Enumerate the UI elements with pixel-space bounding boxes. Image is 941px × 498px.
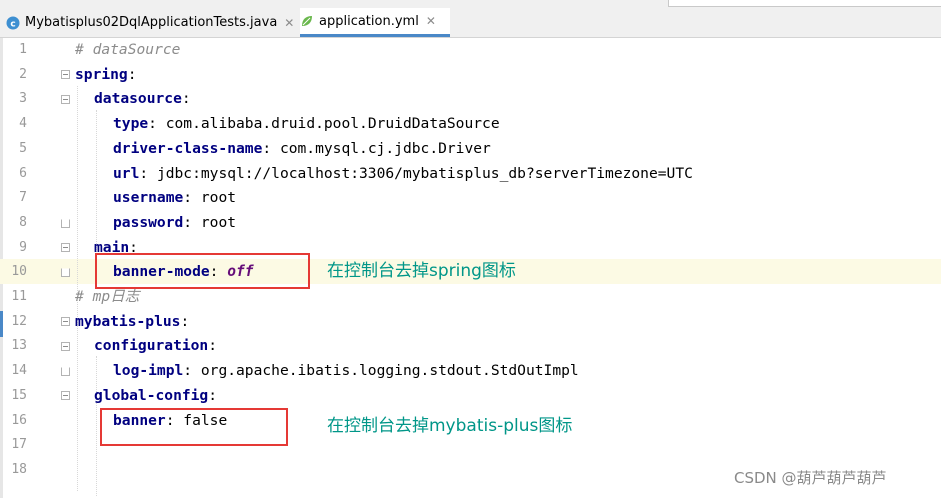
yaml-separator: :: [183, 362, 201, 380]
line-number: 14: [11, 363, 27, 379]
fold-icon[interactable]: [61, 243, 70, 252]
annotation-note-spring: 在控制台去掉spring图标: [327, 261, 516, 281]
line-number: 5: [19, 140, 27, 156]
line-number: 8: [19, 214, 27, 230]
line-number: 6: [19, 165, 27, 181]
annotation-box-mybatis: [100, 408, 288, 446]
code-line[interactable]: 8 password: root: [0, 211, 941, 236]
code-line[interactable]: 13 configuration:: [0, 334, 941, 359]
yaml-value: root: [200, 213, 237, 231]
close-icon[interactable]: ✕: [426, 14, 436, 28]
yaml-key: url: [113, 164, 140, 182]
java-class-icon: c: [6, 16, 20, 29]
annotation-box-spring: [95, 253, 310, 289]
yaml-separator: :: [183, 213, 201, 231]
fold-icon[interactable]: [61, 342, 70, 351]
code-line[interactable]: 5 driver-class-name: com.mysql.cj.jdbc.D…: [0, 137, 941, 162]
line-number: 9: [19, 239, 27, 255]
line-number: 4: [19, 116, 27, 132]
yaml-key: driver-class-name: [113, 139, 263, 157]
fold-icon[interactable]: [61, 317, 70, 326]
yaml-key: log-impl: [113, 362, 184, 380]
svg-text:c: c: [10, 19, 15, 29]
fold-end-icon[interactable]: [61, 219, 70, 228]
yaml-value: jdbc:mysql://localhost:3306/mybatisplus_…: [156, 164, 693, 182]
yaml-separator: :: [181, 90, 191, 108]
yaml-separator: :: [208, 386, 218, 404]
yaml-value: root: [200, 189, 237, 207]
yaml-key: global-config: [94, 386, 209, 404]
fold-end-icon[interactable]: [61, 268, 70, 277]
line-number: 11: [11, 289, 27, 304]
code-line[interactable]: 6 url: jdbc:mysql://localhost:3306/mybat…: [0, 162, 941, 187]
yaml-value: org.apache.ibatis.logging.stdout.StdOutI…: [200, 362, 579, 380]
code-line[interactable]: 7 username: root: [0, 186, 941, 211]
yaml-comment: # dataSource: [75, 41, 181, 58]
yaml-key: spring: [75, 65, 128, 83]
code-line[interactable]: 4 type: com.alibaba.druid.pool.DruidData…: [0, 112, 941, 137]
line-number: 10: [11, 264, 27, 280]
tab-mybatisplus-tests[interactable]: c Mybatisplus02DqlApplicationTests.java …: [6, 8, 298, 37]
fold-icon[interactable]: [61, 391, 70, 400]
csdn-watermark: CSDN @葫芦葫芦葫芦: [734, 469, 887, 487]
line-number: 15: [11, 387, 27, 403]
yaml-separator: :: [262, 139, 280, 157]
line-number: 7: [19, 190, 27, 206]
code-line[interactable]: 2 spring:: [0, 63, 941, 88]
editor-tab-bar: c Mybatisplus02DqlApplicationTests.java …: [0, 8, 941, 38]
yaml-separator: :: [180, 312, 190, 330]
line-number: 2: [19, 66, 27, 82]
code-line[interactable]: 14 log-impl: org.apache.ibatis.logging.s…: [0, 359, 941, 384]
code-line[interactable]: 12 mybatis-plus:: [0, 310, 941, 335]
line-number: 1: [19, 42, 27, 57]
line-number: 18: [11, 461, 27, 477]
window-top-strip: [0, 0, 941, 8]
line-number: 16: [11, 412, 27, 428]
yaml-key: datasource: [94, 90, 182, 108]
code-line[interactable]: 3 datasource:: [0, 87, 941, 112]
yaml-key: type: [113, 115, 149, 133]
yaml-value: com.alibaba.druid.pool.DruidDataSource: [165, 115, 500, 133]
fold-icon[interactable]: [61, 70, 70, 79]
tab-label: Mybatisplus02DqlApplicationTests.java: [25, 15, 278, 30]
yaml-key: configuration: [94, 337, 209, 355]
yaml-key: password: [113, 213, 184, 231]
yaml-separator: :: [148, 115, 166, 133]
annotation-note-mybatis: 在控制台去掉mybatis-plus图标: [327, 416, 573, 436]
fold-icon[interactable]: [61, 95, 70, 104]
close-icon[interactable]: ✕: [284, 16, 294, 30]
yaml-separator: :: [208, 337, 218, 355]
tab-application-yml[interactable]: application.yml ✕: [300, 8, 450, 37]
yaml-key: username: [113, 189, 184, 207]
line-number: 13: [11, 338, 27, 354]
line-number: 12: [11, 313, 27, 329]
line-number: 17: [11, 437, 27, 453]
code-line[interactable]: 1 # dataSource: [0, 38, 941, 63]
fold-end-icon[interactable]: [61, 367, 70, 376]
yaml-separator: :: [139, 164, 157, 182]
code-line[interactable]: 15 global-config:: [0, 384, 941, 409]
tab-label: application.yml: [319, 13, 419, 29]
line-number: 3: [19, 91, 27, 107]
yaml-leaf-icon: [302, 16, 312, 26]
yaml-key: mybatis-plus: [75, 312, 181, 330]
yaml-separator: :: [127, 65, 137, 83]
yaml-separator: :: [183, 189, 201, 207]
yaml-value: com.mysql.cj.jdbc.Driver: [279, 139, 491, 157]
search-box-edge[interactable]: [668, 0, 941, 7]
